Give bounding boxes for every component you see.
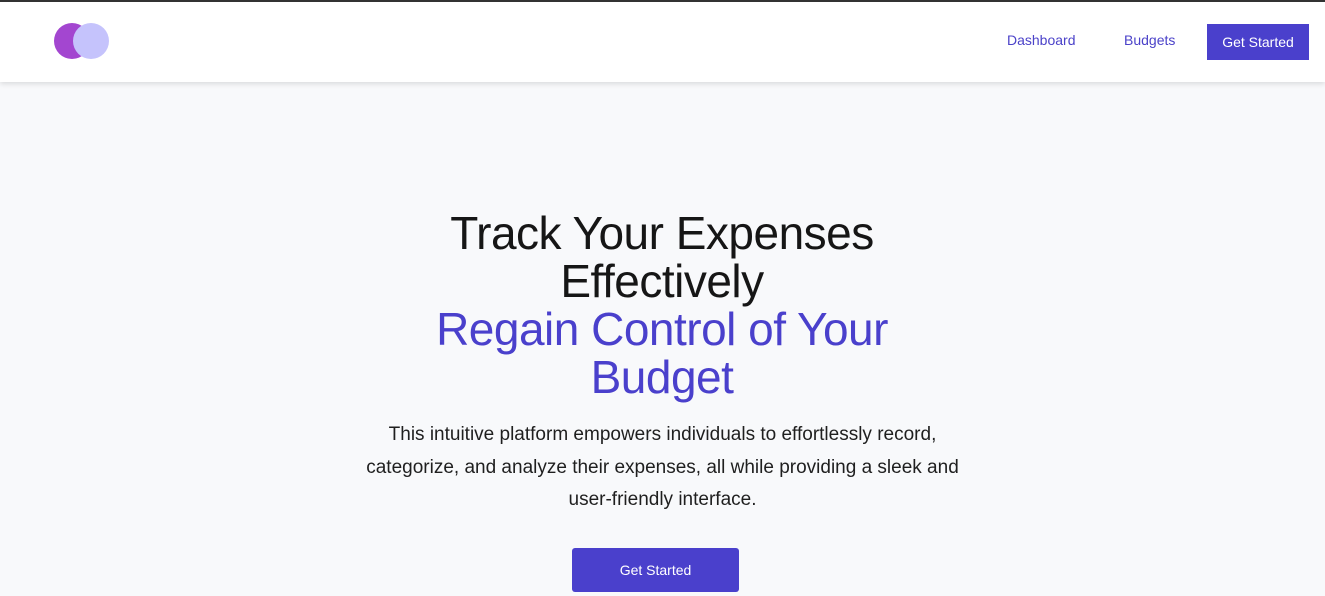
hero-headline: Track Your Expenses Effectively Regain C… <box>362 209 962 401</box>
hero-description: This intuitive platform empowers individ… <box>366 424 959 510</box>
hero-headline-primary: Track Your Expenses Effectively <box>450 207 874 307</box>
nav-link-dashboard[interactable]: Dashboard <box>1007 32 1076 48</box>
nav-link-budgets[interactable]: Budgets <box>1124 32 1175 48</box>
nav-get-started-button[interactable]: Get Started <box>1207 24 1309 60</box>
logo-circle-right <box>73 23 109 59</box>
navbar: Dashboard Budgets Get Started <box>0 2 1325 82</box>
logo-icon[interactable] <box>54 23 110 59</box>
hero-section: Track Your Expenses Effectively Regain C… <box>0 82 1325 596</box>
hero-get-started-button[interactable]: Get Started <box>572 548 739 592</box>
hero-headline-accent: Regain Control of Your Budget <box>436 303 888 403</box>
